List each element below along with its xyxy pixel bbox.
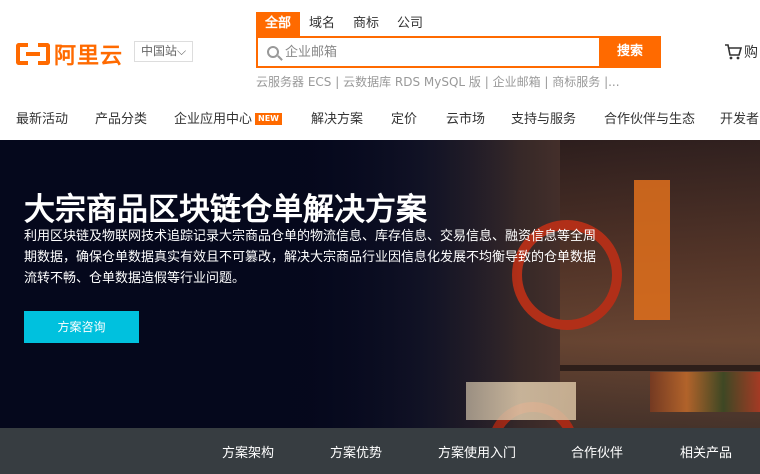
- main-nav: 最新活动 产品分类 企业应用中心 NEW 解决方案 定价 云市场 支持与服务 合作…: [0, 94, 760, 140]
- cart-icon: [725, 44, 742, 60]
- search-tab-domain[interactable]: 域名: [300, 12, 344, 36]
- nav-item-support[interactable]: 支持与服务: [511, 108, 576, 127]
- nav-item-latest-events[interactable]: 最新活动: [16, 108, 68, 127]
- aliyun-logo-icon: [16, 43, 50, 65]
- hero-decor-produce: [650, 372, 760, 412]
- nav-item-enterprise-apps[interactable]: 企业应用中心 NEW: [174, 108, 282, 127]
- search-box: 搜索: [256, 36, 661, 68]
- logo-text: 阿里云: [54, 44, 124, 69]
- nav-item-marketplace[interactable]: 云市场: [446, 108, 485, 127]
- subnav-item-related-products[interactable]: 相关产品: [680, 442, 732, 461]
- hero-decor-panel: [634, 180, 670, 320]
- hot-search-words[interactable]: 云服务器 ECS | 云数据库 RDS MySQL 版 | 企业邮箱 | 商标服…: [256, 73, 620, 90]
- hero-banner: 大宗商品区块链仓单解决方案 利用区块链及物联网技术追踪记录大宗商品仓单的物流信息…: [0, 140, 760, 428]
- header: 阿里云 中国站⌵ 全部 域名 商标 公司 搜索 云服务器 ECS | 云数据库 …: [0, 0, 760, 94]
- nav-item-developers[interactable]: 开发者: [720, 108, 759, 127]
- hero-decor-shelf: [560, 365, 760, 371]
- nav-item-enterprise-apps-label: 企业应用中心: [174, 112, 253, 127]
- nav-item-partners[interactable]: 合作伙伴与生态: [604, 108, 695, 127]
- hero-description: 利用区块链及物联网技术追踪记录大宗商品仓单的物流信息、库存信息、交易信息、融资信…: [24, 229, 597, 286]
- subnav-item-getting-started[interactable]: 方案使用入门: [438, 442, 516, 461]
- subnav-item-advantages[interactable]: 方案优势: [330, 442, 382, 461]
- logo[interactable]: 阿里云: [16, 38, 123, 70]
- hero-title: 大宗商品区块链仓单解决方案: [24, 192, 427, 228]
- search-tab-company[interactable]: 公司: [388, 12, 432, 36]
- cart-button[interactable]: 购: [724, 42, 758, 62]
- new-badge: NEW: [255, 113, 282, 125]
- cart-label: 购: [744, 45, 758, 61]
- consult-button[interactable]: 方案咨询: [24, 311, 139, 343]
- subnav-item-partners[interactable]: 合作伙伴: [571, 442, 623, 461]
- search-tab-trademark[interactable]: 商标: [344, 12, 388, 36]
- nav-item-solutions[interactable]: 解决方案: [311, 108, 363, 127]
- search-tab-all[interactable]: 全部: [256, 12, 301, 36]
- nav-item-pricing[interactable]: 定价: [391, 108, 417, 127]
- solution-subnav: 方案架构 方案优势 方案使用入门 合作伙伴 相关产品: [0, 428, 760, 474]
- search-tabs: 全部 域名 商标 公司: [256, 12, 432, 36]
- search-icon: [267, 46, 279, 58]
- search-button[interactable]: 搜索: [599, 36, 661, 68]
- subnav-item-architecture[interactable]: 方案架构: [222, 442, 274, 461]
- nav-item-product-categories[interactable]: 产品分类: [95, 108, 147, 127]
- search-input[interactable]: [285, 39, 585, 65]
- region-selector[interactable]: 中国站⌵: [134, 41, 194, 62]
